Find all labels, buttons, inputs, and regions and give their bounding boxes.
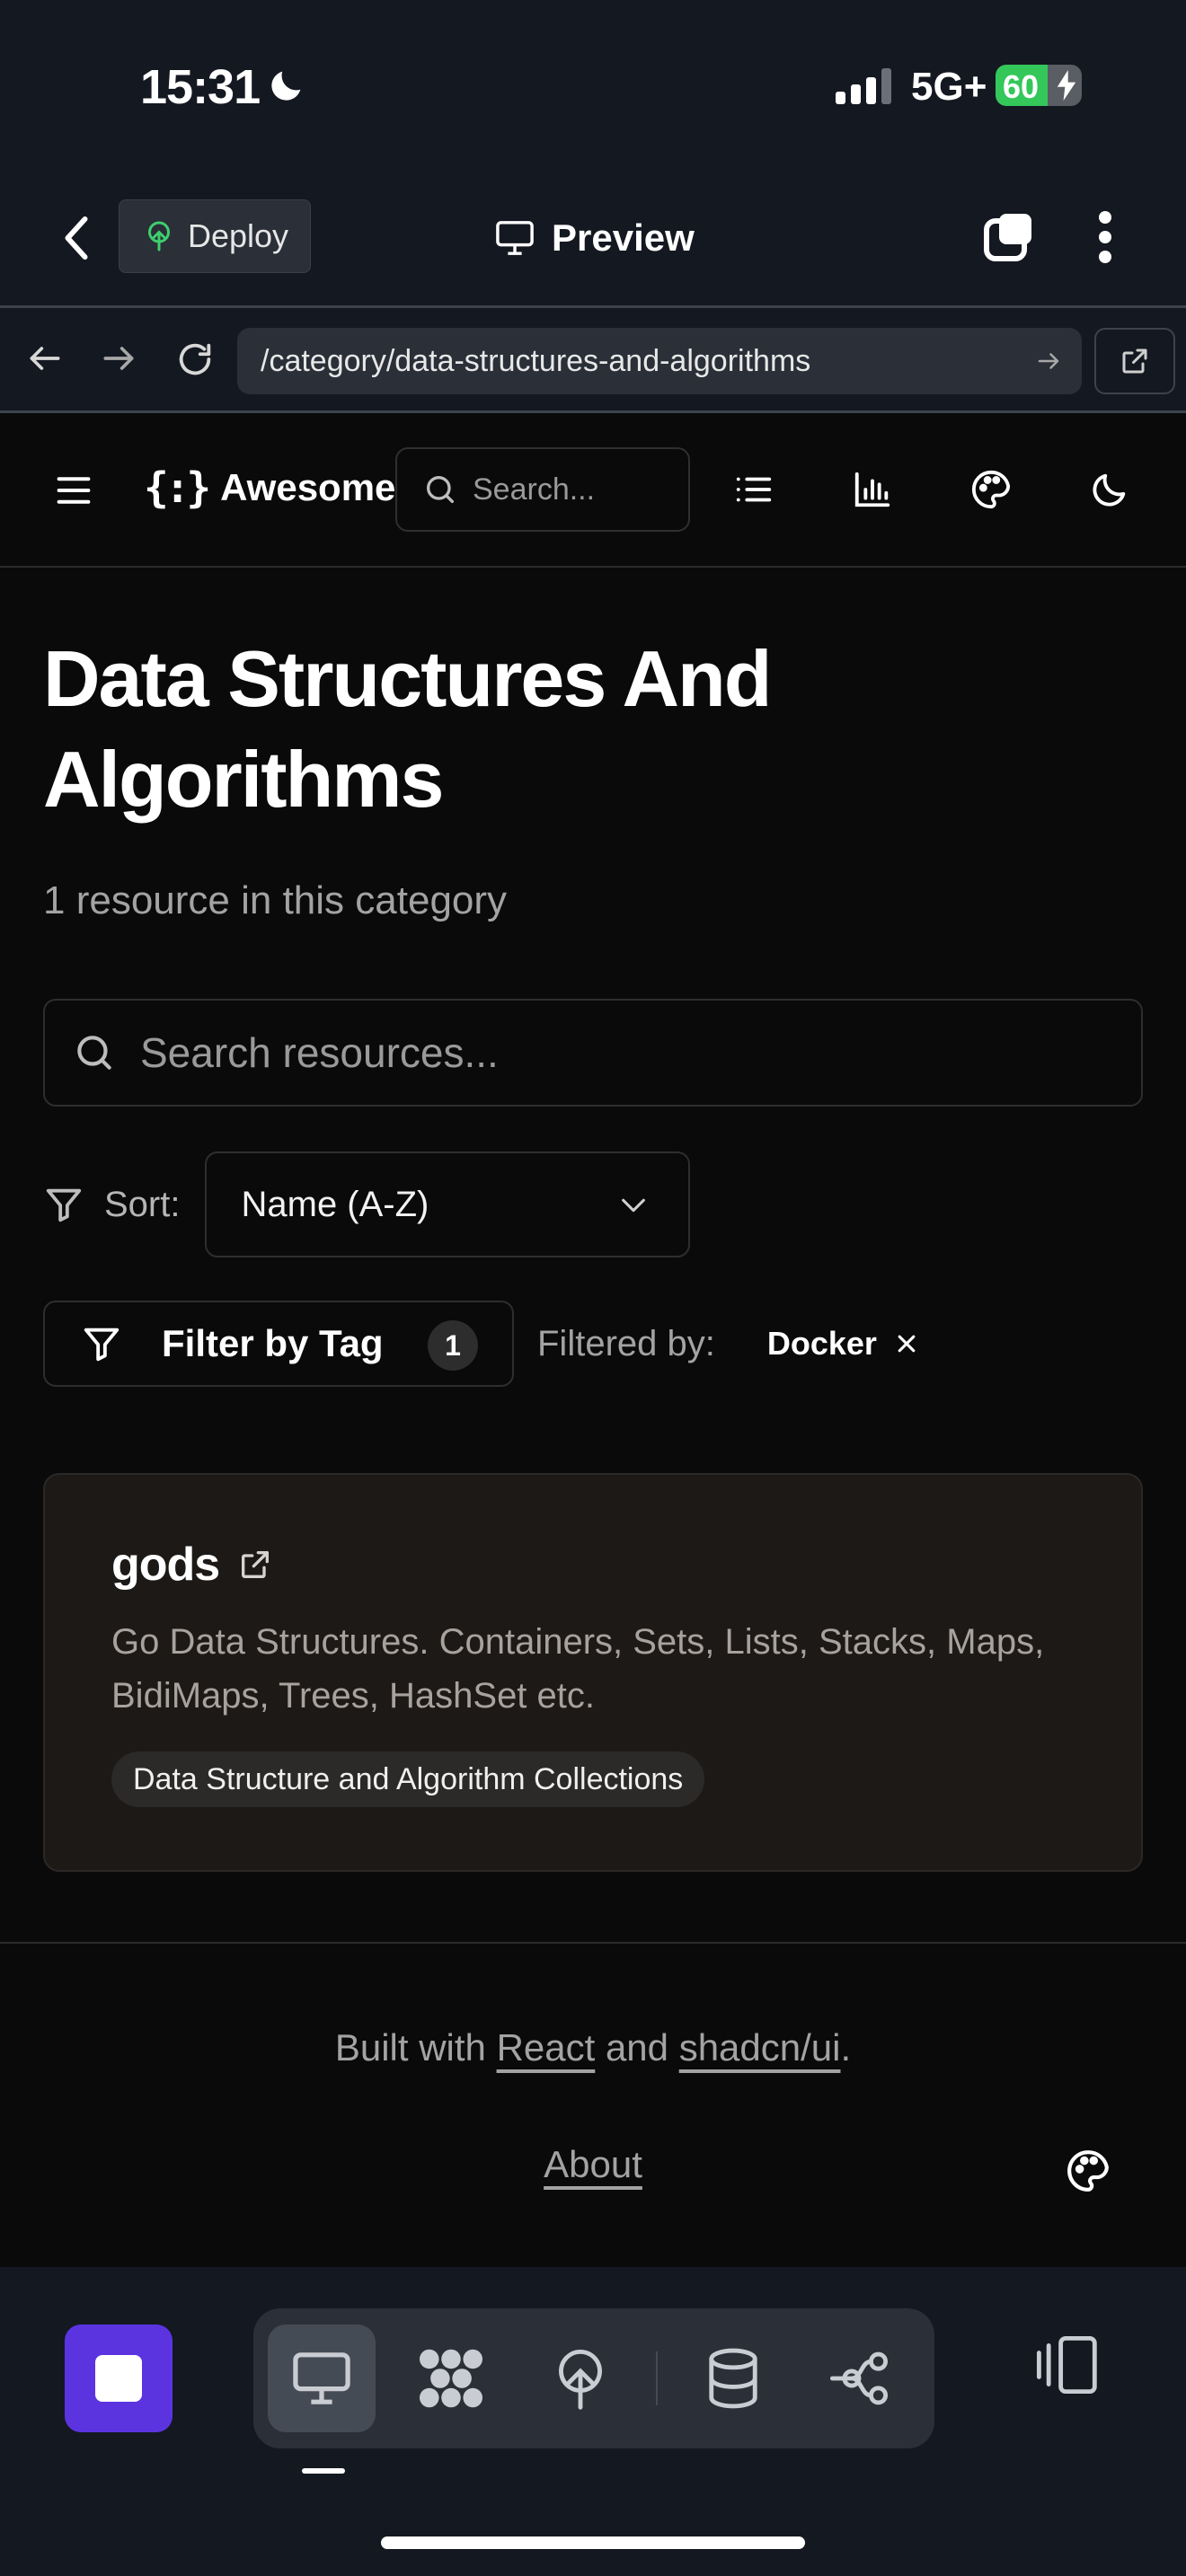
resource-title-link[interactable]: gods (111, 1538, 273, 1592)
url-bar[interactable]: /category/data-structures-and-algorithms (237, 328, 1082, 394)
back-button[interactable] (54, 207, 99, 269)
open-external-button[interactable] (1094, 328, 1175, 394)
monitor-icon (496, 221, 534, 255)
filter-by-tag-button[interactable]: Filter by Tag 1 (43, 1301, 514, 1387)
tool-workspace[interactable] (397, 2325, 505, 2432)
arrow-left-icon[interactable] (25, 339, 65, 378)
app-header: Deploy Preview (0, 171, 1186, 305)
sort-value: Name (A-Z) (241, 1184, 429, 1224)
deploy-button[interactable]: Deploy (119, 199, 311, 273)
preview-title: Preview (494, 207, 695, 269)
deploy-icon (148, 221, 170, 251)
bottom-toolbar (0, 2267, 1186, 2576)
workflow-icon (829, 2351, 889, 2405)
browser-bar: /category/data-structures-and-algorithms (0, 305, 1186, 413)
nav-search-placeholder: Search... (473, 472, 596, 507)
cell-signal-icon (836, 68, 891, 104)
palette-icon[interactable] (1066, 2148, 1111, 2193)
menu-icon[interactable] (54, 472, 93, 508)
brand-name: Awesome (220, 466, 396, 508)
shadcn-link[interactable]: shadcn/ui (679, 2026, 841, 2069)
period-text: . (840, 2026, 852, 2069)
filter-row: Filter by Tag 1 Filtered by: Docker (43, 1301, 918, 1387)
home-indicator (381, 2536, 805, 2549)
deploy-label: Deploy (188, 217, 289, 254)
arrow-right-icon[interactable] (99, 339, 138, 378)
sort-select[interactable]: Name (A-Z) (205, 1151, 691, 1257)
search-icon (427, 476, 454, 503)
tool-preview[interactable] (268, 2325, 376, 2432)
resource-search-input[interactable]: Search resources... (43, 999, 1143, 1107)
react-link[interactable]: React (497, 2026, 596, 2069)
footer-divider (0, 1942, 1186, 1944)
filter-count-badge: 1 (428, 1320, 478, 1371)
status-time: 15:31 (140, 60, 261, 114)
about-link[interactable]: About (0, 2143, 1186, 2186)
filtered-by-label: Filtered by: (537, 1323, 715, 1363)
resource-description: Go Data Structures. Containers, Sets, Li… (111, 1622, 1045, 1716)
status-bar: 15:31 5G+ 60 (0, 0, 1186, 171)
tool-group (253, 2308, 934, 2448)
resource-search-placeholder: Search resources... (140, 1029, 499, 1076)
more-vertical-icon[interactable] (1091, 208, 1120, 266)
brand-mark: {:} (144, 463, 211, 512)
funnel-icon (46, 1188, 82, 1222)
chevron-left-icon (65, 216, 88, 260)
footer-built-with: Built with React and shadcn/ui. (0, 2026, 1186, 2069)
network-type: 5G+ (911, 65, 987, 109)
resource-card[interactable]: gods Go Data Structures. Containers, Set… (43, 1473, 1143, 1872)
external-link-icon (242, 1551, 270, 1578)
battery-percent: 60 (1003, 68, 1040, 105)
page-title: Data Structures And Algorithms (43, 634, 773, 824)
brand-logo[interactable]: {:} Awesome (144, 463, 395, 512)
filter-by-tag-label: Filter by Tag (162, 1322, 384, 1364)
charging-bolt-icon (1057, 70, 1076, 101)
active-tag-label: Docker (766, 1325, 877, 1362)
resource-tag[interactable]: Data Structure and Algorithm Collections (111, 1751, 705, 1807)
chevron-down-icon (622, 1198, 646, 1213)
deploy-icon (559, 2349, 602, 2410)
stop-button[interactable] (65, 2325, 173, 2432)
tool-deploy[interactable] (527, 2325, 634, 2432)
tool-database[interactable] (679, 2325, 787, 2432)
active-tag-chip[interactable]: Docker (767, 1325, 918, 1363)
palette-icon[interactable] (970, 469, 1012, 510)
list-icon[interactable] (733, 469, 774, 510)
sort-row: Sort: Name (A-Z) (43, 1151, 691, 1257)
moon-icon[interactable] (1089, 469, 1130, 510)
search-icon (77, 1036, 111, 1070)
active-tool-indicator (302, 2468, 345, 2474)
resource-count: 1 resource in this category (43, 878, 508, 922)
tool-separator (656, 2351, 658, 2405)
workspace-icon (420, 2349, 482, 2408)
url-text: /category/data-structures-and-algorithms (261, 343, 811, 378)
site-nav: {:} Awesome Search... (0, 413, 1186, 568)
go-arrow-icon[interactable] (1035, 348, 1062, 375)
funnel-icon (84, 1328, 119, 1362)
resource-title: gods (111, 1539, 220, 1591)
nav-search-input[interactable]: Search... (395, 447, 690, 532)
stop-icon (95, 2355, 142, 2402)
and-text: and (595, 2026, 679, 2069)
built-with-text: Built with (334, 2026, 497, 2069)
close-icon[interactable] (895, 1332, 918, 1355)
sort-label: Sort: (104, 1184, 181, 1224)
reload-icon[interactable] (174, 339, 216, 380)
device-toggle-icon[interactable] (1031, 2333, 1100, 2396)
external-link-icon (1122, 348, 1147, 374)
monitor-icon (293, 2352, 350, 2404)
tabs-icon[interactable] (981, 208, 1039, 266)
tool-workflow[interactable] (805, 2325, 913, 2432)
moon-icon (271, 71, 301, 101)
bar-chart-icon[interactable] (852, 469, 893, 510)
preview-label: Preview (552, 216, 695, 259)
battery-indicator: 60 (996, 65, 1082, 106)
database-icon (709, 2348, 757, 2409)
